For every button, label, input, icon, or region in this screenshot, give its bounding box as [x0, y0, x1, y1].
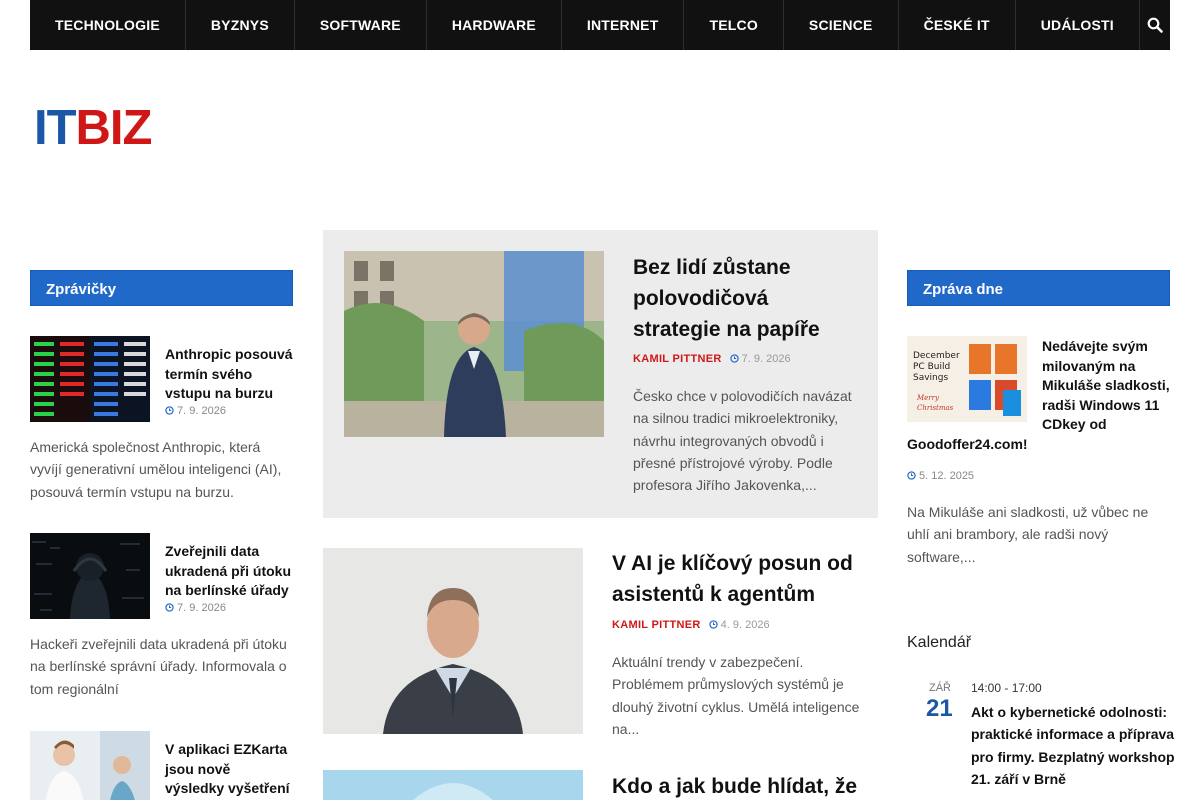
- clock-icon: [708, 620, 718, 629]
- block-heading-zpravicky[interactable]: Zprávičky: [30, 270, 293, 306]
- site-logo[interactable]: IT BIZ: [34, 101, 153, 155]
- event-time: 14:00 - 17:00: [971, 681, 1042, 695]
- post-thumbnail-hacker[interactable]: [30, 533, 150, 619]
- block-heading-zprava-dne[interactable]: Zpráva dne: [907, 270, 1170, 306]
- nav-item-hardware[interactable]: HARDWARE: [427, 0, 562, 50]
- clock-icon: [165, 406, 174, 415]
- post-image-man-portrait[interactable]: [323, 548, 583, 734]
- post-author[interactable]: KAMIL PITTNER: [633, 353, 722, 365]
- right-post: December PC Build Savings Merry Christma…: [907, 336, 1170, 568]
- nav-item-technologie[interactable]: TECHNOLOGIE: [30, 0, 186, 50]
- post-title[interactable]: V aplikaci EZKarta jsou nově výsledky vy…: [165, 740, 293, 800]
- nav-item-internet[interactable]: INTERNET: [562, 0, 685, 50]
- post-title[interactable]: Kdo a jak bude hlídat, že: [612, 771, 872, 800]
- post-date: 4. 9. 2026: [708, 619, 770, 631]
- post-date-text: 5. 12. 2025: [919, 470, 975, 482]
- list-post: V AI je klíčový posun od asistentů k age…: [323, 548, 878, 738]
- promo-line-2: PC Build: [913, 362, 950, 372]
- nav-item-byznys[interactable]: BYZNYS: [186, 0, 295, 50]
- post-date-text: 7. 9. 2026: [177, 602, 226, 614]
- search-icon: [1147, 17, 1163, 33]
- featured-title[interactable]: Bez lidí zůstane polovodičová strategie …: [633, 252, 843, 345]
- post-excerpt: Hackeři zveřejnili data ukradená při úto…: [30, 636, 287, 697]
- post-date: 5. 12. 2025: [907, 470, 1170, 482]
- event-day: 21: [926, 695, 953, 722]
- post-meta: KAMIL PITTNER 7. 9. 2026: [633, 353, 791, 365]
- post-meta: KAMIL PITTNER 4. 9. 2026: [612, 619, 770, 631]
- post-title[interactable]: Anthropic posouvá termín svého vstupu na…: [165, 345, 293, 404]
- post-title[interactable]: V AI je klíčový posun od asistentů k age…: [612, 548, 872, 610]
- featured-excerpt: Česko chce v polovodičích navázat na sil…: [633, 388, 852, 494]
- clock-icon: [907, 471, 916, 480]
- post-title[interactable]: Zveřejnili data ukradená při útoku na be…: [165, 542, 293, 601]
- logo-it: IT: [34, 101, 77, 155]
- event-month: ZÁŘ: [929, 682, 951, 694]
- calendar-heading: Kalendář: [907, 634, 972, 651]
- clock-icon: [729, 354, 739, 363]
- promo-line-5: Christmas: [917, 404, 954, 412]
- nav-item-software[interactable]: SOFTWARE: [295, 0, 427, 50]
- post-date: 7. 9. 2026: [165, 602, 226, 614]
- promo-line-1: December: [913, 351, 960, 361]
- nav-item-telco[interactable]: TELCO: [684, 0, 784, 50]
- nav-item-udalosti[interactable]: UDÁLOSTI: [1016, 0, 1140, 50]
- logo-biz: BIZ: [75, 101, 153, 155]
- post-date: 7. 9. 2026: [729, 353, 791, 365]
- post-thumbnail-stock-board[interactable]: [30, 336, 150, 422]
- event-title[interactable]: Akt o kybernetické odolnosti: praktické …: [971, 701, 1176, 790]
- featured-image-man-park[interactable]: [344, 251, 604, 437]
- post-excerpt: Americká společnost Anthropic, která vyv…: [30, 439, 282, 500]
- small-post: Anthropic posouvá termín svého vstupu na…: [30, 336, 293, 506]
- post-thumbnail-doctor[interactable]: [30, 731, 150, 800]
- small-post: V aplikaci EZKarta jsou nově výsledky vy…: [30, 731, 293, 800]
- post-excerpt: Na Mikuláše ani sladkosti, už vůbec ne u…: [907, 504, 1149, 565]
- promo-line-3: Savings: [913, 373, 948, 383]
- small-post: Zveřejnili data ukradená při útoku na be…: [30, 533, 293, 703]
- featured-post: Bez lidí zůstane polovodičová strategie …: [323, 230, 878, 518]
- post-author[interactable]: KAMIL PITTNER: [612, 619, 701, 631]
- post-thumbnail-windows-promo[interactable]: December PC Build Savings Merry Christma…: [907, 336, 1027, 422]
- promo-line-4: Merry: [916, 394, 940, 402]
- clock-icon: [165, 603, 174, 612]
- post-image-shield[interactable]: [323, 770, 583, 800]
- post-excerpt: Aktuální trendy v zabezpečení. Problémem…: [612, 654, 860, 737]
- post-date-text: 4. 9. 2026: [720, 619, 770, 631]
- search-button[interactable]: [1140, 0, 1170, 50]
- post-date: 7. 9. 2026: [165, 405, 226, 417]
- nav-item-science[interactable]: SCIENCE: [784, 0, 899, 50]
- list-post: Kdo a jak bude hlídat, že: [323, 770, 878, 800]
- nav-item-ceske-it[interactable]: ČESKÉ IT: [899, 0, 1016, 50]
- post-date-text: 7. 9. 2026: [177, 405, 226, 417]
- post-date-text: 7. 9. 2026: [741, 353, 791, 365]
- main-navigation: TECHNOLOGIE BYZNYS SOFTWARE HARDWARE INT…: [30, 0, 1170, 50]
